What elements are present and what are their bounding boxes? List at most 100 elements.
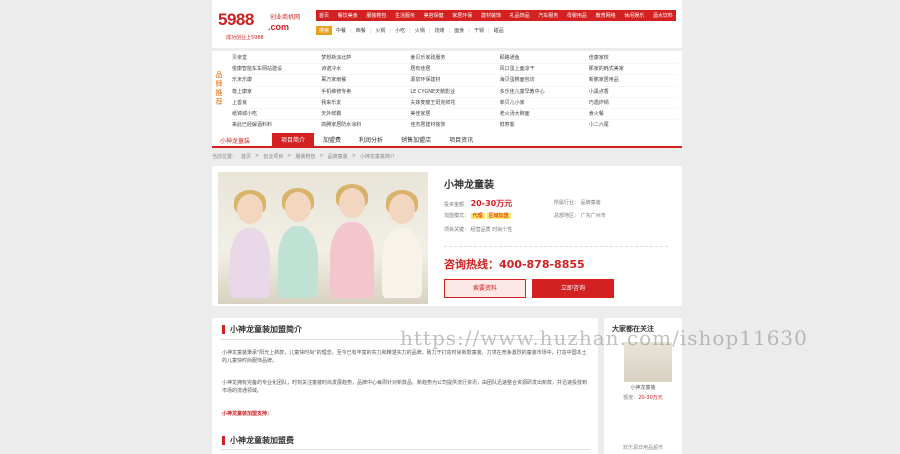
hot-keyword[interactable]: 西餐 <box>356 27 366 34</box>
watermark: https://www.huzhan.com/ishop11630 <box>400 326 808 350</box>
brand-item[interactable]: 居有佳居 <box>410 64 500 76</box>
divider <box>444 246 668 247</box>
breadcrumb-sep: > <box>351 153 356 159</box>
hot-keyword[interactable]: 干锅 <box>474 27 484 34</box>
nav-item[interactable]: 母婴用品 <box>567 12 587 19</box>
nav-item[interactable]: 餐饮美食 <box>338 12 358 19</box>
logo-domain: .com <box>268 22 290 32</box>
breadcrumb-label: 当前位置： <box>212 154 238 160</box>
hot-keyword[interactable]: 烧烤 <box>435 27 445 34</box>
brand-item[interactable]: 天外鲜霸 <box>321 109 411 121</box>
breadcrumb-link[interactable]: 品牌童装 <box>328 153 348 160</box>
hot-keyword[interactable]: 甜品 <box>494 27 504 34</box>
nav-item[interactable]: 首页 <box>319 12 329 19</box>
brand-item[interactable]: 俊康智能车车网站建设 <box>232 64 322 76</box>
product-card: 小神龙童装 投资金额： 20-30万元 所属行业： 品牌童装 加盟模式： 代理区… <box>212 166 682 306</box>
brand-item[interactable]: 上善良 <box>232 98 322 109</box>
brand-item[interactable]: 美佳家居 <box>410 109 500 121</box>
nav-item[interactable]: 家居环保 <box>452 12 472 19</box>
nav-item[interactable]: 礼品饰品 <box>510 12 530 19</box>
brand-item[interactable]: 源泉环保建材 <box>410 75 500 87</box>
sidebar-fee: 额度：20-30万元 <box>604 394 682 401</box>
nav-item[interactable]: 酒水饮料 <box>653 12 673 19</box>
breadcrumb-link[interactable]: 创业项目 <box>263 153 283 160</box>
sidebar-product-name[interactable]: 小神龙童装 <box>604 384 682 391</box>
nav-item[interactable]: 建材装饰 <box>481 12 501 19</box>
brand-item[interactable]: 食火餐 <box>588 109 678 121</box>
brand-item[interactable]: 萬万家雨餐 <box>321 75 411 87</box>
brand-item[interactable]: 菲贝儿小家 <box>499 98 589 109</box>
hot-keyword[interactable]: 小吃 <box>395 27 405 34</box>
tags-row: 项目关键： 经营品质 时尚个性 <box>444 226 512 233</box>
tab-stores[interactable]: 销售加盟店 <box>392 133 440 148</box>
brand-item[interactable]: 纸锦城小吃 <box>232 109 322 121</box>
brand-item[interactable]: 佳康家校 <box>588 53 678 65</box>
nav-item[interactable]: 美容保健 <box>424 12 444 19</box>
nav-item[interactable]: 服装鞋包 <box>366 12 386 19</box>
brand-item[interactable]: 夫妹麦龍王斑克鲜花 <box>410 98 500 109</box>
project-brand-name[interactable]: 小神龙童装 <box>220 136 250 145</box>
hot-keyword[interactable]: 面食 <box>454 27 464 34</box>
brand-item[interactable]: 那家的韩式美家 <box>588 64 678 76</box>
sidebar-fee-value: 20-30万元 <box>638 395 663 401</box>
brand-item[interactable]: 风口蛋上面凉干 <box>499 64 589 76</box>
brand-item[interactable]: 多乐佳儿童早教中心 <box>499 87 589 98</box>
hot-keyword[interactable]: 中餐 <box>336 27 346 34</box>
breadcrumb-sep: > <box>319 153 324 159</box>
brand-item[interactable]: 手机维修专卖 <box>321 87 411 98</box>
invest-value: 20-30万元 <box>470 199 513 208</box>
hot-keyword[interactable]: 火锅 <box>375 27 385 34</box>
brand-item[interactable]: 新鹏家居用品 <box>588 75 678 87</box>
brand-item[interactable]: 巧遇炸锅 <box>588 98 678 109</box>
brand-item[interactable]: 乐米乐康 <box>232 75 322 87</box>
intro-paragraph: 小神龙童装秉承"阳光上新款，儿童快时尚"的理念，至今已有丰富的实力和精湛实力的品… <box>222 350 587 364</box>
sidebar-next-item[interactable]: 欢乐源日用品超市 <box>604 444 682 451</box>
hot-label: 搜索 <box>316 26 333 35</box>
brand-item[interactable]: 我来乐友 <box>321 98 411 109</box>
breadcrumb-link[interactable]: 首页 <box>241 153 251 160</box>
nav-item[interactable]: 生活服务 <box>395 12 415 19</box>
brand-recommend-panel: 品牌推荐 贝亲堂 梦想新派比萨 姜贝乐家政服务 颐路通鱼 佳康家校 俊康智能车车网站建设诗… <box>212 50 682 143</box>
brand-item[interactable]: 老火汤大碗面 <box>499 109 589 121</box>
tab-fee[interactable]: 加盟费 <box>314 133 350 148</box>
sidebar-fee-label: 额度： <box>623 395 639 401</box>
brand-item[interactable]: 颐路通鱼 <box>499 53 589 65</box>
industry-label: 所属行业： <box>554 200 580 206</box>
brand-item[interactable]: 诗诺冷水 <box>321 64 411 76</box>
industry-value[interactable]: 品牌童装 <box>581 200 601 206</box>
brand-item[interactable]: 小黑点香 <box>588 87 678 98</box>
tab-profit[interactable]: 利润分析 <box>350 133 392 148</box>
intro-paragraph: 小神龙拥有完备的专业化团队，时刻关注童装时尚发展趋势，品牌中心每周针对新款品、新… <box>222 380 588 394</box>
region-value: 广东广州市 <box>580 213 606 219</box>
site-logo[interactable]: 5988 创业商机网 .com 成功创业上5988 <box>218 8 304 42</box>
brand-item[interactable]: 姜贝乐家政服务 <box>410 53 500 65</box>
support-heading: 小神龙童装加盟支持： <box>222 411 273 417</box>
tab-intro[interactable]: 项目简介 <box>272 133 315 148</box>
consult-now-button[interactable]: 立即咨询 <box>532 279 614 298</box>
invest-label: 投资金额： <box>444 202 470 208</box>
breadcrumb-sep: > <box>287 153 292 159</box>
mode-badge: 区域加盟 <box>486 213 511 219</box>
request-info-button[interactable]: 索要资料 <box>444 279 526 298</box>
breadcrumb-sep: > <box>255 153 260 159</box>
breadcrumb-link[interactable]: 服装鞋包 <box>295 153 315 160</box>
brand-item[interactable]: 梦想新派比萨 <box>321 53 411 65</box>
tab-news[interactable]: 项目资讯 <box>440 133 482 148</box>
project-tabbar: 小神龙童装 项目简介 加盟费 利润分析 销售加盟店 项目资讯 <box>212 130 682 148</box>
site-header: 5988 创业商机网 .com 成功创业上5988 首页 餐饮美食 服装鞋包 生… <box>212 0 682 48</box>
tags-label: 项目关键： <box>444 227 470 233</box>
region-label: 总部地区： <box>554 213 580 219</box>
logo-number: 5988 <box>218 10 254 29</box>
brand-item[interactable]: LE CYGNE天鹅影业 <box>410 87 500 98</box>
nav-item[interactable]: 教育网络 <box>596 12 616 19</box>
hot-keyword[interactable]: 火锅 <box>415 27 425 34</box>
nav-item[interactable]: 汽车服务 <box>538 12 558 19</box>
brand-item[interactable]: 海贝蛋糕面包坊 <box>499 75 589 87</box>
hotline-number: 400-878-8855 <box>499 258 585 271</box>
nav-item[interactable]: 休闲娱乐 <box>624 12 644 19</box>
brand-item[interactable]: 尊上康家 <box>232 87 322 98</box>
product-photo[interactable] <box>218 172 428 304</box>
logo-slogan: 成功创业上5988 <box>226 35 264 41</box>
brand-item[interactable]: 贝亲堂 <box>232 53 322 65</box>
consult-hotline: 咨询热线：400-878-8855 <box>444 256 585 272</box>
